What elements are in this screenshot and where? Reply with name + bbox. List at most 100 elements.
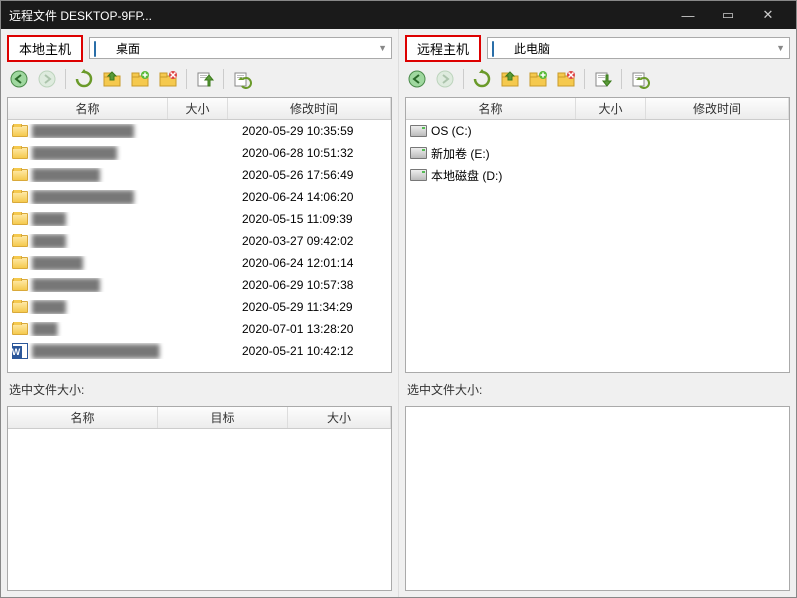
upload-button[interactable] (193, 67, 217, 91)
remote-transfer-list[interactable] (405, 406, 790, 591)
file-row[interactable]: ████████2020-06-29 10:57:38 (8, 274, 391, 296)
file-name: ███████████████ (32, 344, 160, 358)
word-doc-icon (12, 343, 28, 359)
tcol-target[interactable]: 目标 (158, 407, 288, 428)
refresh-button[interactable] (72, 67, 96, 91)
file-row[interactable]: ██████ 2020-06-24 12:01:14 (8, 252, 391, 274)
body: 本地主机 桌面 ▼ (1, 29, 796, 597)
folder-icon (12, 279, 28, 291)
tcol-size[interactable]: 大小 (288, 407, 391, 428)
minimize-button[interactable]: — (668, 1, 708, 29)
col-size[interactable]: 大小 (168, 98, 228, 119)
file-date: 2020-05-26 17:56:49 (232, 168, 391, 182)
up-folder-button[interactable] (498, 67, 522, 91)
desktop-icon (94, 42, 110, 55)
separator (186, 69, 187, 89)
drive-name: 本地磁盘 (D:) (431, 167, 502, 184)
col-name[interactable]: 名称 (406, 98, 576, 119)
window-title: 远程文件 DESKTOP-9FP... (9, 7, 668, 24)
file-date: 2020-06-29 10:57:38 (232, 278, 391, 292)
folder-icon (12, 169, 28, 181)
file-row[interactable]: ████ 2020-03-27 09:42:02 (8, 230, 391, 252)
folder-icon (12, 191, 28, 203)
remote-path-text: 此电脑 (514, 40, 550, 57)
local-path-selector[interactable]: 桌面 ▼ (89, 37, 392, 59)
separator (463, 69, 464, 89)
back-button[interactable] (7, 67, 31, 91)
file-name: ████ (32, 300, 66, 314)
file-row[interactable]: ████ 2020-05-29 11:34:29 (8, 296, 391, 318)
local-file-list[interactable]: 名称 大小 修改时间 ████████████2020-05-29 10:35:… (7, 97, 392, 373)
local-column-headers[interactable]: 名称 大小 修改时间 (8, 98, 391, 120)
remote-rows[interactable]: OS (C:)新加卷 (E:) 本地磁盘 (D:) (406, 120, 789, 372)
col-size[interactable]: 大小 (576, 98, 646, 119)
forward-button[interactable] (35, 67, 59, 91)
delete-button[interactable] (554, 67, 578, 91)
local-path-text: 桌面 (116, 40, 140, 57)
dropdown-icon: ▼ (776, 43, 785, 53)
remote-file-list[interactable]: 名称 大小 修改时间 OS (C:)新加卷 (E:) 本地磁盘 (D:) (405, 97, 790, 373)
remote-toolbar (405, 65, 790, 93)
folder-icon (12, 301, 28, 313)
file-row[interactable]: ███████████████ 2020-05-21 10:42:12 (8, 340, 391, 362)
folder-icon (12, 213, 28, 225)
tcol-name[interactable]: 名称 (8, 407, 158, 428)
remote-path-selector[interactable]: 此电脑 ▼ (487, 37, 790, 59)
file-name: ████████████ (32, 190, 134, 204)
download-button[interactable] (591, 67, 615, 91)
separator (65, 69, 66, 89)
file-name: ██████ (32, 256, 83, 270)
file-row[interactable]: ██████████ 2020-06-28 10:51:32 (8, 142, 391, 164)
file-date: 2020-05-21 10:42:12 (232, 344, 391, 358)
local-panel: 本地主机 桌面 ▼ (1, 29, 398, 597)
folder-icon (12, 125, 28, 137)
drive-row[interactable]: 本地磁盘 (D:) (406, 164, 789, 186)
local-toolbar (7, 65, 392, 93)
file-date: 2020-03-27 09:42:02 (232, 234, 391, 248)
drive-row[interactable]: OS (C:) (406, 120, 789, 142)
file-date: 2020-07-01 13:28:20 (232, 322, 391, 336)
col-name[interactable]: 名称 (8, 98, 168, 119)
remote-panel: 远程主机 此电脑 ▼ (398, 29, 796, 597)
file-row[interactable]: ████████████ 2020-06-24 14:06:20 (8, 186, 391, 208)
file-row[interactable]: ████████2020-05-26 17:56:49 (8, 164, 391, 186)
close-button[interactable]: ✕ (748, 1, 788, 29)
folder-icon (12, 147, 28, 159)
window: 远程文件 DESKTOP-9FP... — ▭ ✕ 本地主机 桌面 ▼ (0, 0, 797, 598)
queue-button[interactable] (628, 67, 652, 91)
forward-button[interactable] (433, 67, 457, 91)
titlebar[interactable]: 远程文件 DESKTOP-9FP... — ▭ ✕ (1, 1, 796, 29)
local-transfer-list[interactable]: 名称 目标 大小 (7, 406, 392, 591)
dropdown-icon: ▼ (378, 43, 387, 53)
col-date[interactable]: 修改时间 (228, 98, 391, 119)
queue-button[interactable] (230, 67, 254, 91)
maximize-button[interactable]: ▭ (708, 1, 748, 29)
col-date[interactable]: 修改时间 (646, 98, 789, 119)
file-row[interactable]: ███2020-07-01 13:28:20 (8, 318, 391, 340)
file-row[interactable]: ████████████2020-05-29 10:35:59 (8, 120, 391, 142)
back-button[interactable] (405, 67, 429, 91)
drive-row[interactable]: 新加卷 (E:) (406, 142, 789, 164)
file-name: ██████████ (32, 146, 117, 160)
new-folder-button[interactable] (526, 67, 550, 91)
remote-selected-size-label: 选中文件大小: (405, 377, 790, 402)
delete-button[interactable] (156, 67, 180, 91)
remote-column-headers[interactable]: 名称 大小 修改时间 (406, 98, 789, 120)
file-name: ████ (32, 234, 66, 248)
file-date: 2020-06-24 14:06:20 (232, 190, 391, 204)
up-folder-button[interactable] (100, 67, 124, 91)
local-transfer-rows (8, 429, 391, 590)
separator (621, 69, 622, 89)
refresh-button[interactable] (470, 67, 494, 91)
file-date: 2020-05-29 11:34:29 (232, 300, 391, 314)
local-transfer-headers[interactable]: 名称 目标 大小 (8, 407, 391, 429)
file-date: 2020-05-15 11:09:39 (232, 212, 391, 226)
local-rows[interactable]: ████████████2020-05-29 10:35:59█████████… (8, 120, 391, 372)
file-row[interactable]: ████2020-05-15 11:09:39 (8, 208, 391, 230)
separator (584, 69, 585, 89)
local-selected-size-label: 选中文件大小: (7, 377, 392, 402)
file-date: 2020-06-24 12:01:14 (232, 256, 391, 270)
file-name: ████████████ (32, 124, 134, 138)
file-date: 2020-06-28 10:51:32 (232, 146, 391, 160)
new-folder-button[interactable] (128, 67, 152, 91)
